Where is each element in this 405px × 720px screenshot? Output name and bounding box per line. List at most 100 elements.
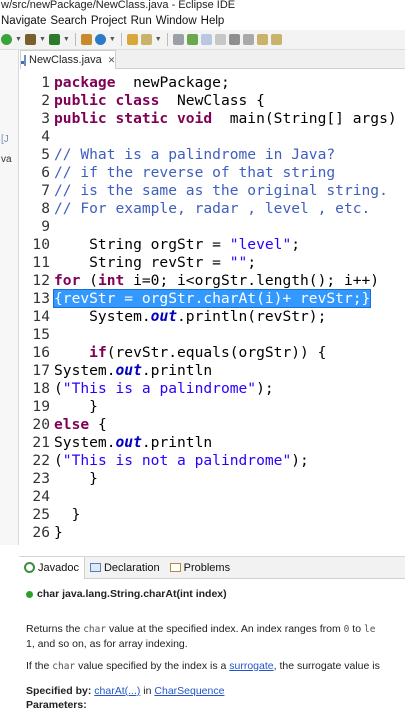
- line-number: 1: [41, 74, 50, 91]
- chevron-down-icon[interactable]: ▼: [63, 34, 70, 45]
- forward-icon[interactable]: [270, 34, 282, 45]
- code-text: // is the same as the original string.: [54, 182, 388, 199]
- problems-icon: [169, 563, 181, 572]
- code-editor[interactable]: NewClass.java ✕ 1 package newPackage; 2 pub…: [20, 50, 405, 545]
- code-text: {revStr = orgStr.charAt(i)+ revStr;}: [52, 289, 372, 308]
- surrogate-link[interactable]: surrogate: [229, 660, 273, 672]
- menu-run[interactable]: Run: [130, 15, 155, 27]
- debug-icon[interactable]: [24, 34, 36, 45]
- code-text: // For example, radar , level , etc.: [54, 200, 371, 217]
- bottom-panel: Javadoc Declaration Problems char java.l…: [19, 556, 405, 720]
- open-type-icon[interactable]: [126, 34, 138, 45]
- code-text: package newPackage;: [54, 74, 230, 91]
- bottom-tab-bar: Javadoc Declaration Problems: [19, 556, 405, 579]
- at-icon: [24, 562, 35, 573]
- code-text: }: [54, 398, 98, 415]
- line-number: 8: [41, 200, 50, 217]
- window-title: w/src/newPackage/NewClass.java - Eclipse…: [0, 0, 405, 12]
- code-text: ("This is not a palindrome");: [54, 452, 309, 469]
- line-number: 5: [41, 146, 50, 163]
- code-text: System.out.println(revStr);: [54, 308, 327, 325]
- tab-problems[interactable]: Problems: [165, 557, 235, 579]
- run-icon[interactable]: [1, 34, 12, 45]
- line-number: 2: [41, 92, 50, 109]
- toolbar: ▼ ▼ ▼ ▼ ▼: [0, 30, 405, 50]
- line-number: 6: [41, 164, 50, 181]
- method-signature: char java.lang.String.charAt(int index): [26, 587, 405, 601]
- parameters-label: Parameters:: [26, 699, 87, 711]
- javadoc-paragraph: If the char value specified by the index…: [26, 660, 380, 672]
- toolbar-divider: [166, 33, 168, 46]
- toggle-icon[interactable]: [186, 34, 198, 45]
- code-text: System.out.println: [54, 362, 213, 379]
- menu-bar: Navigate Search Project Run Window Help: [0, 12, 405, 30]
- line-number: 20: [32, 416, 50, 433]
- line-number: 23: [32, 470, 50, 487]
- code-text: public class NewClass {: [54, 92, 265, 109]
- charsequence-link[interactable]: CharSequence: [154, 685, 224, 697]
- line-number: 12: [32, 272, 50, 289]
- chevron-down-icon[interactable]: ▼: [15, 34, 22, 45]
- code-text: for (int i=0; i<orgStr.length(); i++): [54, 272, 380, 289]
- search-icon[interactable]: [140, 34, 152, 45]
- tab-javadoc[interactable]: Javadoc: [19, 556, 85, 579]
- prev-annotation-icon[interactable]: [242, 34, 254, 45]
- new-icon[interactable]: [80, 34, 92, 45]
- code-text: }: [54, 470, 98, 487]
- next-annotation-icon[interactable]: [228, 34, 240, 45]
- chevron-down-icon[interactable]: ▼: [39, 34, 46, 45]
- close-icon[interactable]: ✕: [108, 55, 116, 66]
- code-text: String revStr = "";: [54, 254, 257, 271]
- menu-search[interactable]: Search: [49, 15, 89, 27]
- line-number: 7: [41, 182, 50, 199]
- line-number: 24: [32, 488, 50, 505]
- javadoc-paragraph-line: 1, and so on, as for array indexing.: [26, 638, 188, 650]
- toolbar-divider: [120, 33, 122, 46]
- code-text: System.out.println: [54, 434, 213, 451]
- code-text: if(revStr.equals(orgStr)) {: [89, 344, 327, 361]
- profile-icon[interactable]: [48, 34, 60, 45]
- explorer-item[interactable]: [J: [1, 134, 9, 145]
- line-number: 15: [32, 326, 50, 343]
- code-text: else {: [54, 416, 107, 433]
- explorer-item[interactable]: va: [1, 154, 12, 165]
- line-number: 26: [32, 524, 50, 541]
- tab-newclass-java[interactable]: NewClass.java ✕: [20, 50, 116, 69]
- line-number: 10: [32, 236, 50, 253]
- menu-project[interactable]: Project: [90, 15, 130, 27]
- code-text: // What is a palindrome in Java?: [54, 146, 336, 163]
- menu-navigate[interactable]: Navigate: [0, 15, 49, 27]
- mark-icon[interactable]: [200, 34, 212, 45]
- menu-window[interactable]: Window: [155, 15, 200, 27]
- line-number: 22: [32, 452, 50, 469]
- back-icon[interactable]: [256, 34, 268, 45]
- code-text: public static void main(String[] args) {: [54, 110, 405, 127]
- pin-icon[interactable]: [172, 34, 184, 45]
- line-number: 13: [32, 290, 50, 307]
- line-number: 9: [41, 218, 50, 235]
- javadoc-paragraph: Returns the char value at the specified …: [26, 623, 376, 635]
- tab-label: NewClass.java: [29, 54, 102, 66]
- code-text: }: [54, 524, 63, 541]
- line-number: 21: [32, 434, 50, 451]
- chevron-down-icon[interactable]: ▼: [155, 34, 162, 45]
- save-icon[interactable]: [94, 34, 106, 45]
- line-number: 4: [41, 128, 50, 145]
- chevron-down-icon[interactable]: ▼: [109, 34, 116, 45]
- line-number: 16: [32, 344, 50, 361]
- specified-by: Specified by: charAt(...) in CharSequenc…: [26, 685, 225, 697]
- line-number: 14: [32, 308, 50, 325]
- public-method-icon: [26, 590, 33, 598]
- code-text: }: [54, 506, 81, 523]
- tab-label: Problems: [183, 561, 231, 574]
- line-number: 3: [41, 110, 50, 127]
- editor-tab-bar: NewClass.java ✕: [20, 50, 405, 69]
- line-number: 11: [32, 254, 50, 271]
- tab-declaration[interactable]: Declaration: [85, 557, 165, 579]
- java-file-icon: [21, 54, 26, 66]
- charat-link[interactable]: charAt(...): [94, 685, 140, 697]
- javadoc-content: char java.lang.String.charAt(int index) …: [19, 579, 405, 712]
- show-whitespace-icon[interactable]: [214, 34, 226, 45]
- menu-help[interactable]: Help: [200, 15, 228, 27]
- tab-label: Declaration: [103, 561, 160, 574]
